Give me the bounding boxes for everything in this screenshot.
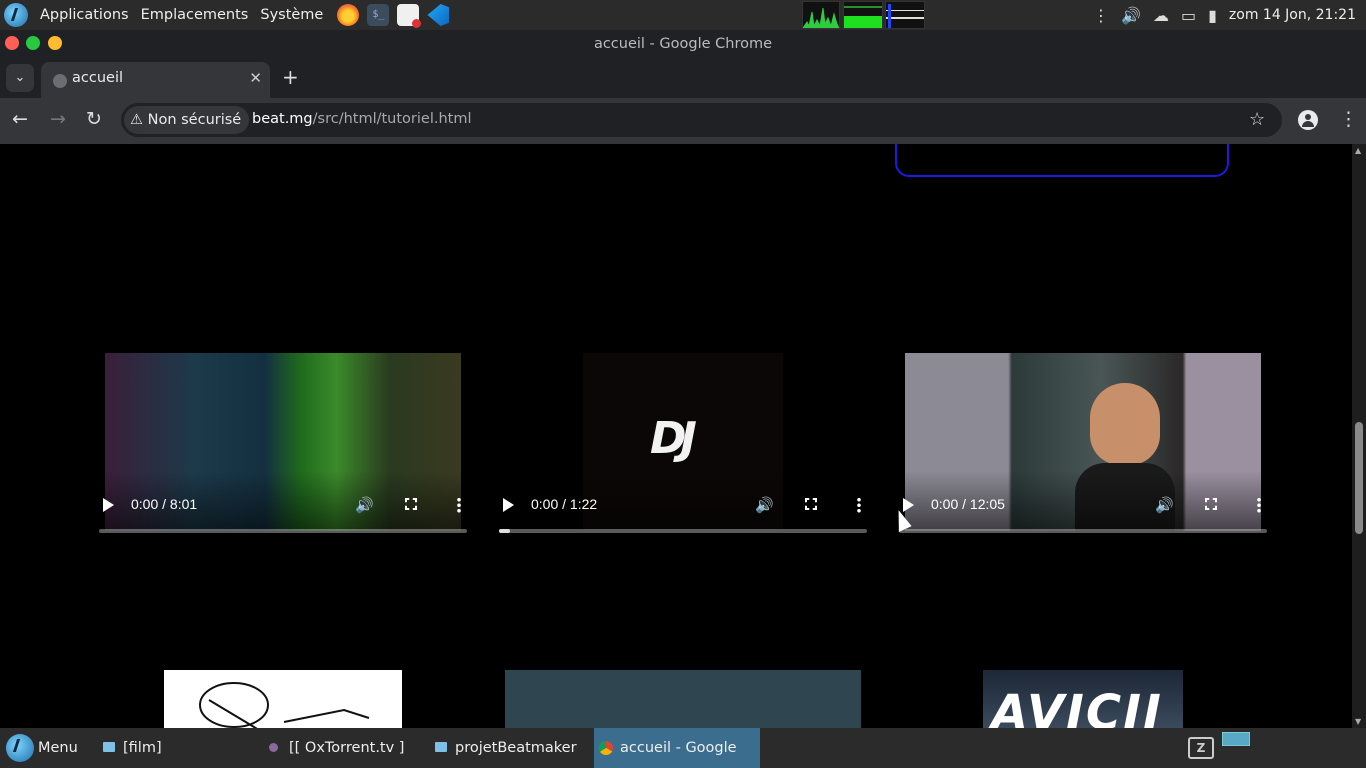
menu-applications[interactable]: Applications — [40, 7, 129, 23]
vscode-icon[interactable] — [427, 4, 450, 26]
more-options-icon[interactable] — [457, 497, 461, 513]
chrome-icon — [599, 741, 613, 755]
globe-icon — [53, 74, 67, 88]
maximize-window-button[interactable] — [26, 36, 40, 50]
volume-icon[interactable]: 🔊 — [355, 496, 374, 514]
taskbar-item-projetbeatmaker[interactable]: projetBeatmaker — [429, 728, 591, 768]
chevron-down-icon: ⌄ — [14, 70, 26, 85]
play-icon[interactable] — [503, 498, 514, 512]
video-progress-fill — [499, 529, 511, 533]
scrollbar-thumb[interactable] — [1355, 422, 1363, 534]
cloud-icon[interactable]: ☁ — [1153, 6, 1169, 25]
volume-icon[interactable]: 🔊 — [1155, 496, 1174, 514]
avicii-text: AVICII — [991, 685, 1163, 728]
profile-avatar-icon[interactable] — [1298, 110, 1318, 130]
bottom-panel: Menu [film] [[ OxTorrent.tv ] Z… projetB… — [0, 728, 1366, 768]
video-time: 0:00 / 8:01 — [131, 496, 198, 512]
folder-icon — [435, 742, 447, 752]
display-icon[interactable]: ▭ — [1181, 6, 1196, 25]
page-scrollbar[interactable]: ▲ ▼ — [1352, 144, 1366, 728]
clock[interactable]: zom 14 Jon, 21:21 — [1229, 7, 1356, 23]
taskbar-item-film[interactable]: [film] — [97, 728, 257, 768]
slate-thumbnail[interactable] — [505, 670, 861, 728]
menu-label: Menu — [38, 740, 78, 756]
bookmark-star-icon[interactable]: ☆ — [1249, 109, 1265, 130]
avicii-thumbnail[interactable]: AVICII — [983, 670, 1183, 728]
person-face — [1090, 383, 1160, 465]
video-progress-bar[interactable] — [99, 529, 467, 533]
minimize-window-button[interactable] — [48, 36, 62, 50]
sketch-drawing — [199, 682, 370, 728]
network-monitor-graph — [885, 1, 925, 29]
url-host: beat.mg — [252, 111, 313, 127]
more-options-icon[interactable] — [857, 497, 861, 513]
dj-logo: DJ — [650, 413, 697, 464]
tab-search-button[interactable]: ⌄ — [6, 64, 34, 92]
back-arrow-icon[interactable]: ← — [12, 108, 28, 130]
url-text[interactable]: beat.mg/src/html/tutoriel.html — [252, 111, 472, 127]
terminal-icon[interactable]: $_ — [367, 4, 390, 26]
more-options-icon[interactable] — [1257, 497, 1261, 513]
workspace-switcher[interactable] — [1222, 732, 1250, 746]
window-titlebar: accueil - Google Chrome — [0, 30, 1366, 58]
taskbar-item-label: projetBeatmaker — [455, 740, 577, 756]
video-time: 0:00 / 1:22 — [531, 496, 598, 512]
security-chip[interactable]: ⚠ Non sécurisé — [124, 106, 250, 134]
taskbar-item-label: accueil - Google C… — [620, 740, 737, 756]
taskbar-item-label: [[ OxTorrent.tv ] Z… — [289, 740, 405, 756]
url-path: /src/html/tutoriel.html — [312, 111, 472, 127]
section-box — [895, 144, 1229, 177]
window-title: accueil - Google Chrome — [593, 36, 773, 52]
page-content: DJ 0:00 / 8:01 🔊 0:00 / 1:22 🔊 0:00 / 12:05 🔊… — [0, 144, 1352, 728]
handle-icon: ⋮ — [1093, 5, 1110, 25]
text-editor-icon[interactable] — [397, 4, 422, 28]
media-player-icon — [269, 743, 278, 752]
tab-title: accueil — [72, 70, 123, 86]
scroll-down-icon[interactable]: ▼ — [1355, 717, 1361, 726]
battery-icon[interactable]: ▮ — [1208, 6, 1217, 25]
security-label: Non sécurisé — [147, 112, 242, 128]
close-window-button[interactable] — [5, 36, 19, 50]
video-time: 0:00 / 12:05 — [931, 496, 1005, 512]
video-progress-bar[interactable] — [899, 529, 1267, 533]
top-panel: Applications Emplacements Système $_ ⋮ 🔊… — [0, 0, 1366, 30]
close-icon[interactable]: ✕ — [249, 69, 262, 87]
chrome-menu-icon[interactable]: ⋮ — [1339, 108, 1358, 130]
volume-icon[interactable]: 🔊 — [1121, 6, 1141, 25]
volume-icon[interactable]: 🔊 — [755, 496, 774, 514]
warning-icon: ⚠ — [130, 112, 143, 128]
drawing-thumbnail[interactable] — [164, 670, 402, 728]
tab-accueil[interactable]: accueil ✕ — [41, 62, 270, 98]
menu-places[interactable]: Emplacements — [141, 7, 249, 23]
filezilla-tray-icon[interactable]: Z — [1188, 737, 1214, 759]
taskbar-item-label: [film] — [123, 740, 162, 756]
play-icon[interactable] — [103, 498, 114, 512]
distro-logo-icon[interactable] — [4, 3, 28, 27]
firefox-icon[interactable] — [337, 4, 360, 26]
forward-arrow-icon[interactable]: → — [50, 108, 66, 130]
menu-system[interactable]: Système — [260, 7, 323, 23]
distro-logo-icon — [6, 734, 34, 762]
folder-icon — [103, 742, 115, 752]
video-progress-bar[interactable] — [499, 529, 867, 533]
scroll-up-icon[interactable]: ▲ — [1355, 146, 1361, 155]
menu-button[interactable]: Menu — [0, 728, 92, 768]
cpu-monitor-graph — [802, 1, 840, 29]
memory-monitor-graph — [843, 1, 883, 29]
reload-icon[interactable]: ↻ — [86, 108, 102, 130]
play-icon[interactable] — [903, 498, 914, 512]
new-tab-button[interactable]: + — [282, 65, 299, 89]
taskbar-item-chrome[interactable]: accueil - Google C… — [594, 728, 760, 768]
taskbar-item-oxtorrent[interactable]: [[ OxTorrent.tv ] Z… — [263, 728, 428, 768]
